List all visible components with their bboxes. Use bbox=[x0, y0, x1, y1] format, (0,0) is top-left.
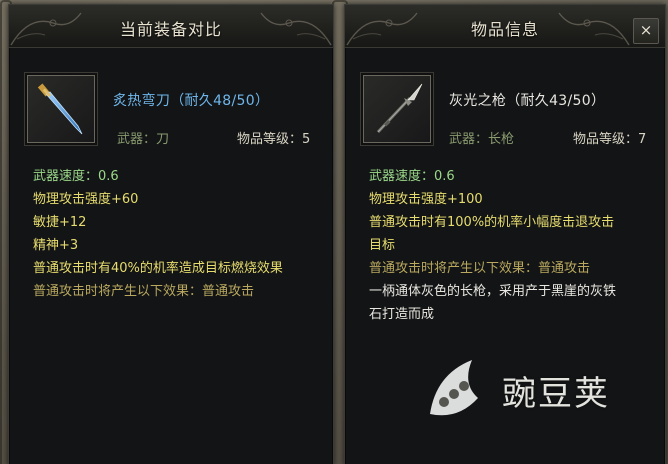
watermark: 豌豆荚 bbox=[422, 354, 632, 424]
stat-line: 精神+3 bbox=[33, 238, 79, 253]
stat-line: 武器速度：0.6 bbox=[33, 169, 119, 184]
item-type: 武器：长枪 bbox=[449, 132, 515, 147]
item-summary: 灰光之枪（耐久43/50） 武器：长枪 物品等级：7 bbox=[345, 67, 665, 155]
stat-line: 普通攻击时将产生以下效果：普通攻击 bbox=[33, 284, 255, 299]
panel-title: 当前装备对比 bbox=[119, 20, 222, 39]
stat-line: 普通攻击时有40%的机率造成目标燃烧效果 bbox=[33, 261, 283, 276]
stat-line: 普通攻击时将产生以下效果：普通攻击 bbox=[369, 261, 591, 276]
item-type: 武器：刀 bbox=[117, 132, 170, 147]
stat-line: 物理攻击强度+60 bbox=[33, 192, 139, 207]
stat-line: 一柄通体灰色的长枪，采用产于黑崖的灰铁 bbox=[369, 284, 617, 299]
item-name: 炙热弯刀（耐久48/50） bbox=[113, 93, 270, 109]
stat-line: 武器速度：0.6 bbox=[369, 169, 455, 184]
pea-pod-logo-icon bbox=[430, 360, 478, 416]
game-scene: 当前装备对比 炙热弯刀（耐久48/50） 武器：刀 物品等级：5 武器速度：0.… bbox=[0, 0, 668, 464]
stat-line: 目标 bbox=[369, 238, 396, 253]
stat-line: 普通攻击时有100%的机率小幅度击退攻击 bbox=[369, 215, 615, 230]
panel-header: 当前装备对比 bbox=[9, 5, 333, 48]
panel-header: 物品信息 × bbox=[345, 5, 665, 48]
stat-line: 敏捷+12 bbox=[33, 215, 87, 230]
curved-blade-icon[interactable] bbox=[27, 75, 95, 143]
item-name: 灰光之枪（耐久43/50） bbox=[449, 93, 606, 109]
watermark-text: 豌豆荚 bbox=[502, 374, 610, 414]
compare-panel: 当前装备对比 炙热弯刀（耐久48/50） 武器：刀 物品等级：5 武器速度：0.… bbox=[8, 4, 334, 464]
item-level: 物品等级：7 bbox=[573, 132, 647, 147]
stats-list: 武器速度：0.6 物理攻击强度+100 普通攻击时有100%的机率小幅度击退攻击 目标… bbox=[369, 165, 649, 326]
close-button[interactable]: × bbox=[633, 18, 659, 44]
stats-list: 武器速度：0.6 物理攻击强度+60 敏捷+12 精神+3 普通攻击时有40%的机率造成… bbox=[33, 165, 317, 303]
stat-line: 物理攻击强度+100 bbox=[369, 192, 483, 207]
panel-title: 物品信息 bbox=[470, 20, 539, 39]
spear-icon[interactable] bbox=[363, 75, 431, 143]
item-level: 物品等级：5 bbox=[237, 132, 311, 147]
stat-line: 石打造而成 bbox=[369, 307, 435, 322]
item-summary: 炙热弯刀（耐久48/50） 武器：刀 物品等级：5 bbox=[9, 67, 333, 155]
